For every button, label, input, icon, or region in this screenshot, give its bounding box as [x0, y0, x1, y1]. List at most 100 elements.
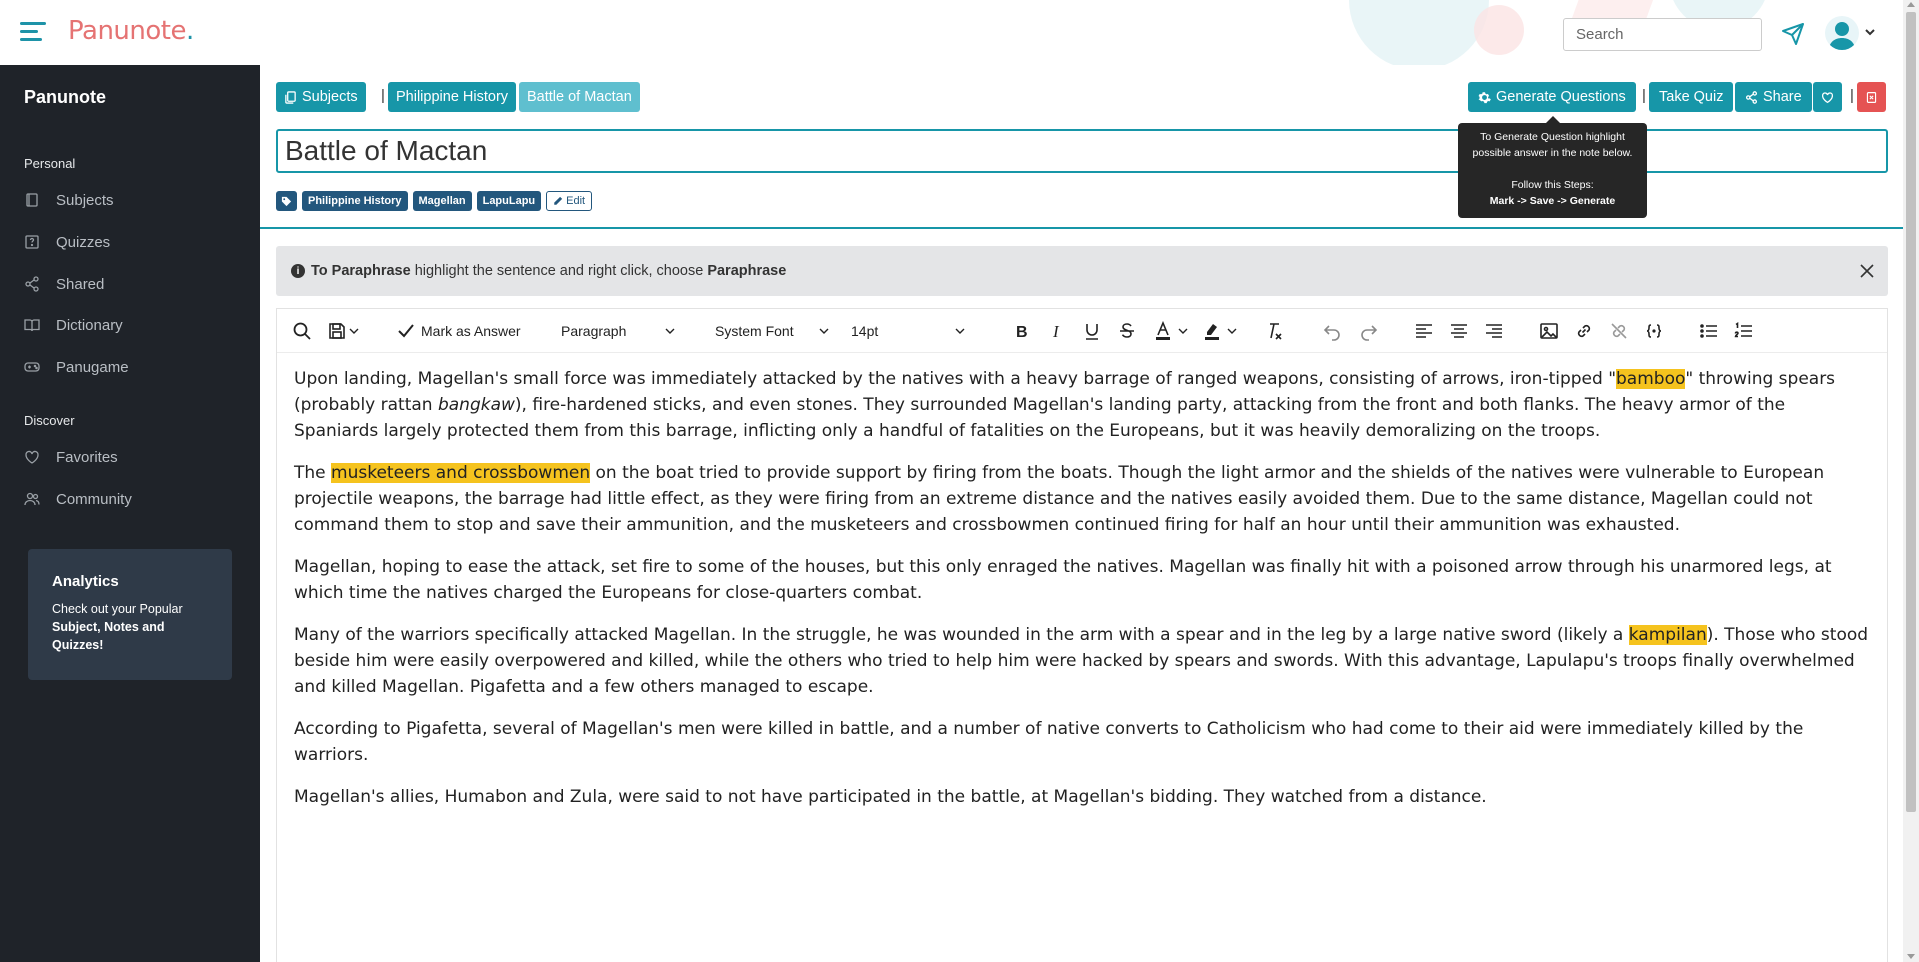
- scrollbar-thumb[interactable]: [1906, 12, 1916, 812]
- text-color-dropdown[interactable]: [1175, 319, 1188, 343]
- take-quiz-button[interactable]: Take Quiz: [1649, 82, 1734, 112]
- svg-text:B: B: [1016, 324, 1028, 341]
- bold-icon: B: [1016, 324, 1028, 341]
- sidebar: Panunote Personal Subjects Quizzes Share…: [0, 65, 260, 962]
- align-right-button[interactable]: [1484, 319, 1504, 343]
- undo-icon: [1323, 325, 1340, 341]
- block-format-select[interactable]: Paragraph: [553, 319, 683, 343]
- bullet-list-icon: [1700, 324, 1717, 338]
- quiz-icon: [25, 235, 39, 249]
- chevron-down-icon[interactable]: [1864, 26, 1876, 38]
- highlight-color-dropdown[interactable]: [1224, 319, 1237, 343]
- sidebar-item-label: Community: [56, 490, 132, 508]
- save-icon: [329, 323, 345, 339]
- tag-list: Philippine History Magellan LapuLapu Edi…: [276, 191, 593, 211]
- share-icon: [1745, 90, 1758, 104]
- insert-link-button[interactable]: [1574, 319, 1594, 343]
- strikethrough-button[interactable]: [1117, 319, 1137, 343]
- note-body[interactable]: Upon landing, Magellan's small force was…: [294, 366, 1874, 826]
- save-button[interactable]: [327, 319, 347, 343]
- marked-answer[interactable]: bamboo: [1616, 369, 1686, 389]
- save-options-dropdown[interactable]: [346, 319, 359, 343]
- align-center-button[interactable]: [1449, 319, 1469, 343]
- numbered-list-icon: [1734, 322, 1752, 338]
- align-right-icon: [1486, 324, 1502, 338]
- bullet-list-button[interactable]: [1699, 319, 1719, 343]
- share-icon: [25, 276, 39, 292]
- sidebar-item-label: Dictionary: [56, 316, 123, 334]
- note-breadcrumb-button[interactable]: Battle of Mactan: [519, 82, 640, 112]
- generate-questions-button[interactable]: Generate Questions: [1468, 82, 1636, 112]
- sidebar-item-label: Shared: [56, 275, 105, 293]
- clear-formatting-icon: [1270, 323, 1282, 340]
- subject-breadcrumb-button[interactable]: Philippine History: [388, 82, 517, 112]
- italic-button[interactable]: I: [1047, 319, 1067, 343]
- sidebar-item-dictionary[interactable]: Dictionary: [24, 312, 123, 338]
- send-icon[interactable]: [1781, 22, 1805, 46]
- app-logo[interactable]: Panunote.: [68, 16, 194, 46]
- paraphrase-alert: i To Paraphrase highlight the sentence a…: [276, 246, 1888, 296]
- pencil-icon: [554, 196, 563, 205]
- align-left-button[interactable]: [1414, 319, 1434, 343]
- main-content: Subjects | Philippine History Battle of …: [260, 65, 1903, 962]
- bold-button[interactable]: B: [1012, 319, 1032, 343]
- find-button[interactable]: [292, 319, 312, 343]
- scroll-down-arrow-icon[interactable]: [1907, 954, 1915, 959]
- font-family-select[interactable]: System Font: [707, 319, 837, 343]
- strikethrough-icon: [1120, 323, 1134, 338]
- underline-button[interactable]: [1082, 319, 1102, 343]
- note-paragraph: According to Pigafetta, several of Magel…: [294, 719, 1804, 765]
- redo-button[interactable]: [1359, 319, 1379, 343]
- sidebar-item-community[interactable]: Community: [24, 486, 132, 512]
- page-scrollbar[interactable]: [1903, 0, 1919, 962]
- sidebar-item-subjects[interactable]: Subjects: [24, 187, 114, 213]
- sidebar-brand: Panunote: [24, 87, 107, 107]
- section-discover: Discover: [24, 413, 75, 428]
- svg-text:I: I: [1052, 322, 1060, 341]
- share-button[interactable]: Share: [1735, 82, 1812, 112]
- delete-button[interactable]: [1857, 82, 1886, 112]
- scroll-up-arrow-icon[interactable]: [1907, 2, 1915, 7]
- undo-button[interactable]: [1322, 319, 1342, 343]
- favorite-button[interactable]: [1813, 82, 1842, 112]
- subjects-breadcrumb-button[interactable]: Subjects: [276, 82, 366, 112]
- sidebar-item-quizzes[interactable]: Quizzes: [24, 229, 110, 255]
- note-paragraph: The musketeers and crossbowmen on the bo…: [294, 463, 1825, 535]
- sidebar-item-favorites[interactable]: Favorites: [24, 444, 118, 470]
- edit-tags-button[interactable]: Edit: [546, 191, 593, 211]
- chevron-down-icon: [665, 328, 675, 334]
- clear-formatting-button[interactable]: [1264, 319, 1284, 343]
- marked-answer[interactable]: musketeers and crossbowmen: [331, 463, 591, 483]
- highlight-color-button[interactable]: [1202, 319, 1222, 343]
- text-color-button[interactable]: [1153, 319, 1173, 343]
- tag-item[interactable]: Philippine History: [302, 191, 408, 211]
- tag-item[interactable]: Magellan: [412, 191, 472, 211]
- book-icon: [26, 193, 38, 207]
- insert-image-button[interactable]: [1539, 319, 1559, 343]
- numbered-list-button[interactable]: [1734, 319, 1754, 343]
- chevron-down-icon: [1227, 328, 1237, 334]
- generate-questions-tooltip: To Generate Question highlight possible …: [1458, 116, 1647, 218]
- analytics-description: Check out your Popular Subject, Notes an…: [52, 602, 183, 652]
- check-icon: [398, 324, 414, 338]
- delete-icon: [1866, 91, 1877, 103]
- analytics-card[interactable]: Analytics Check out your Popular Subject…: [28, 549, 232, 680]
- search-input[interactable]: [1563, 18, 1762, 51]
- close-icon[interactable]: [1858, 262, 1876, 280]
- heart-icon: [1821, 91, 1834, 103]
- marked-answer[interactable]: kampilan: [1628, 625, 1707, 645]
- tag-item[interactable]: LapuLapu: [476, 191, 542, 211]
- font-size-select[interactable]: 14pt: [843, 319, 973, 343]
- remove-link-button[interactable]: [1609, 319, 1629, 343]
- mark-as-answer-button[interactable]: Mark as Answer: [397, 319, 521, 343]
- menu-toggle-icon[interactable]: [20, 22, 46, 44]
- link-icon: [1577, 324, 1591, 338]
- code-sample-button[interactable]: [1644, 319, 1664, 343]
- gamepad-icon: [24, 362, 40, 372]
- align-left-icon: [1416, 324, 1432, 338]
- chevron-down-icon: [819, 328, 829, 334]
- user-avatar[interactable]: [1825, 16, 1859, 50]
- sidebar-item-shared[interactable]: Shared: [24, 271, 104, 297]
- sidebar-item-label: Panugame: [56, 358, 129, 376]
- sidebar-item-panugame[interactable]: Panugame: [24, 354, 129, 380]
